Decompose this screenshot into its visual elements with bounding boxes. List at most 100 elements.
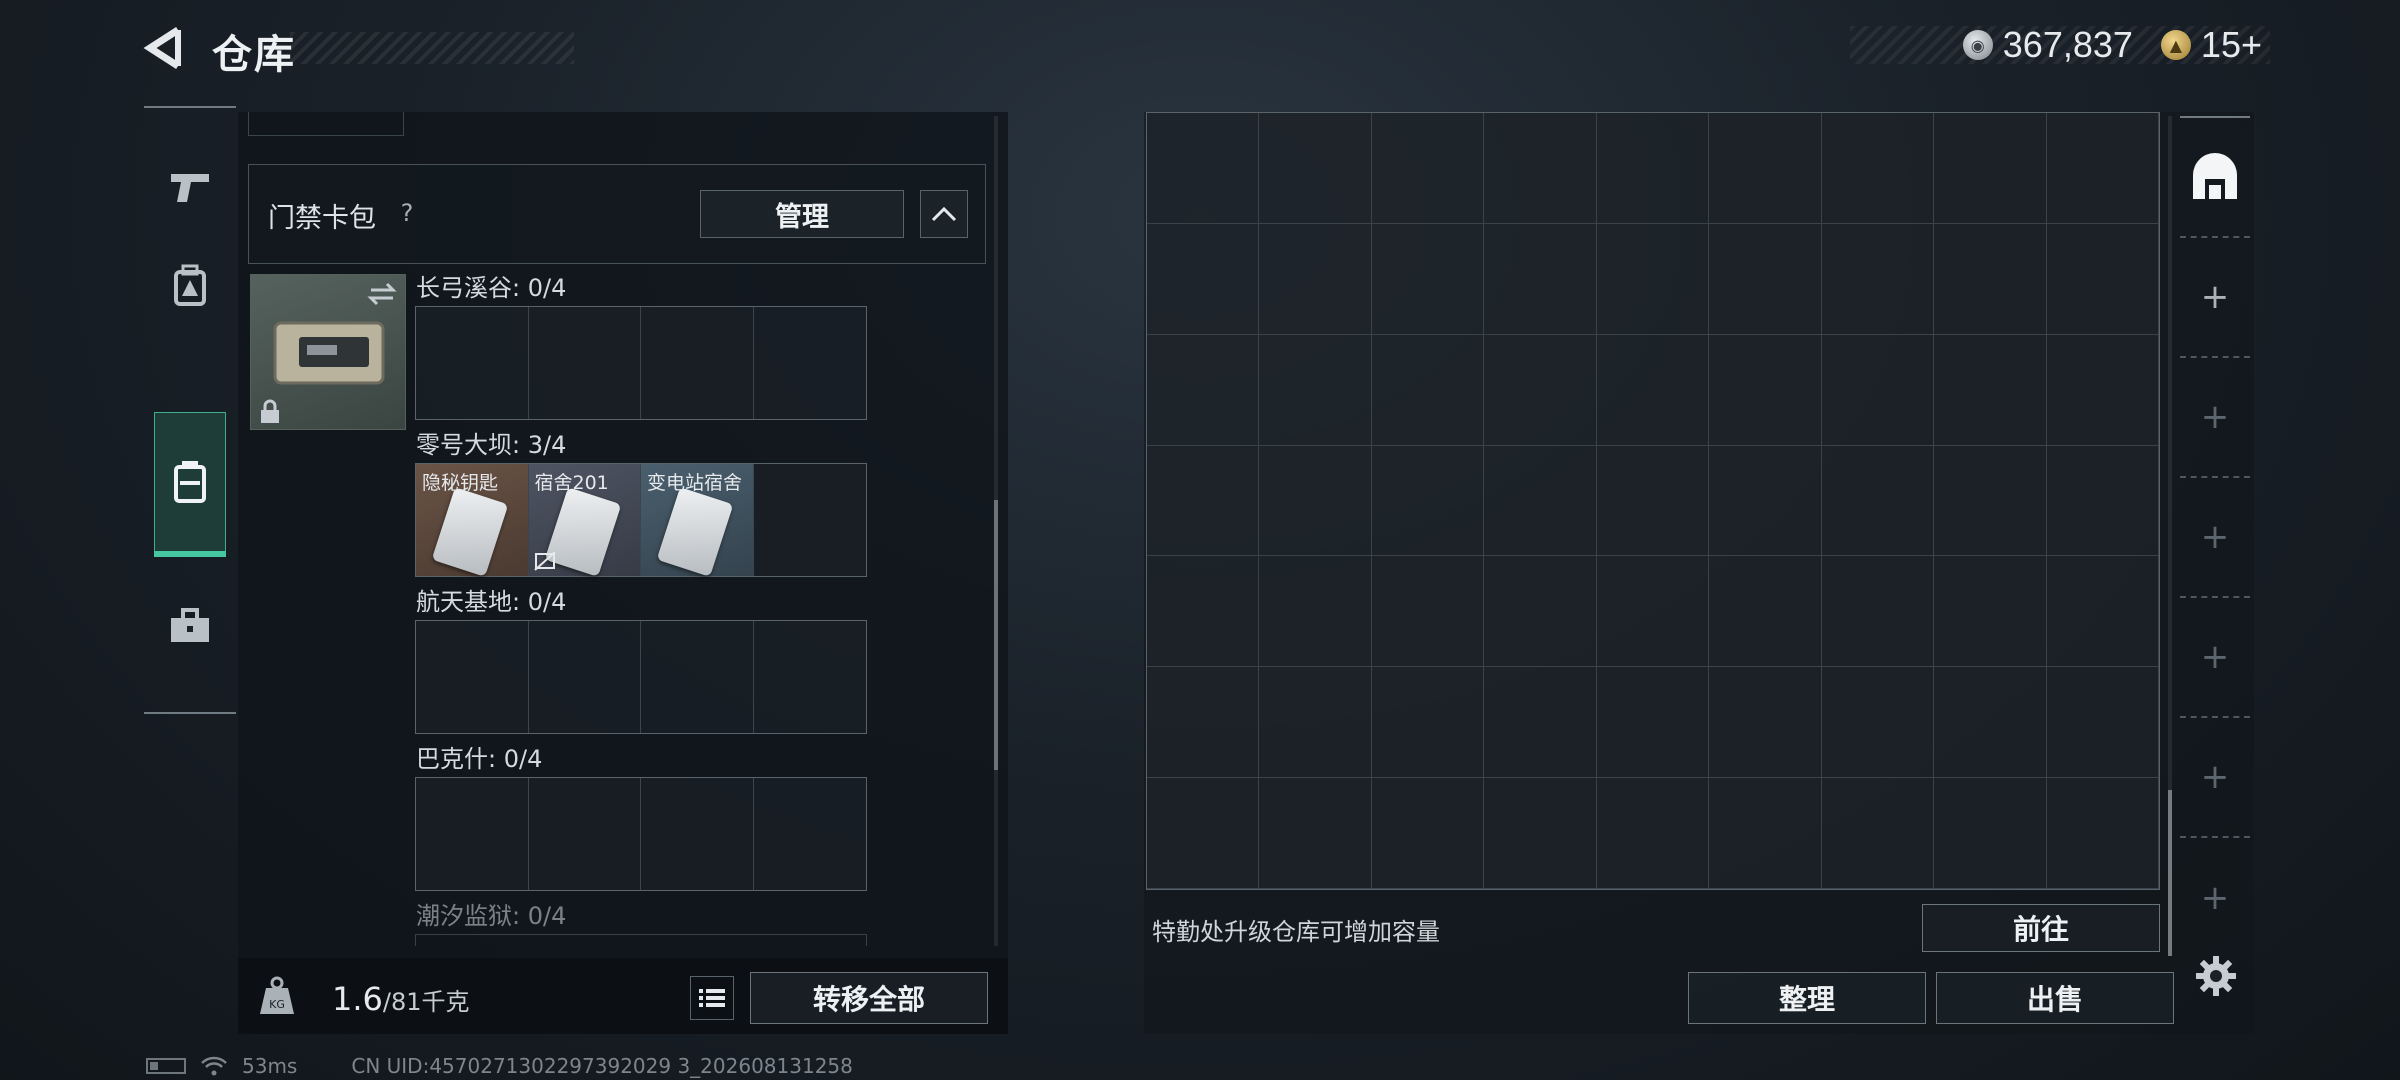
storage-cell[interactable] — [1371, 113, 1485, 224]
empty-slot[interactable] — [753, 464, 866, 576]
storage-cell[interactable] — [1934, 667, 2047, 779]
back-arrow-icon[interactable] — [140, 24, 186, 72]
nav-backpack[interactable] — [144, 238, 236, 334]
empty-slot[interactable] — [528, 778, 641, 890]
storage-cell[interactable] — [1596, 556, 1710, 668]
storage-cell[interactable] — [1484, 113, 1597, 224]
help-icon[interactable]: ? — [392, 198, 422, 228]
storage-cell[interactable] — [1934, 223, 2047, 335]
collapse-button[interactable] — [920, 190, 968, 238]
storage-tab-locked[interactable]: + — [2180, 478, 2250, 598]
storage-cell[interactable] — [1596, 223, 1710, 335]
storage-tab-main[interactable] — [2180, 118, 2250, 238]
storage-tab-add[interactable]: + — [2180, 238, 2250, 358]
empty-slot[interactable] — [753, 621, 866, 733]
manage-button[interactable]: 管理 — [700, 190, 904, 238]
keycard-slot[interactable]: 变电站宿舍 — [641, 464, 754, 577]
storage-cell[interactable] — [1371, 445, 1485, 557]
storage-cell[interactable] — [1371, 667, 1485, 779]
empty-slot[interactable] — [416, 778, 529, 890]
storage-cell[interactable] — [1934, 113, 2047, 224]
storage-cell[interactable] — [1709, 556, 1822, 668]
storage-cell[interactable] — [1934, 556, 2047, 668]
storage-cell[interactable] — [1147, 334, 1260, 446]
storage-cell[interactable] — [1934, 778, 2047, 889]
storage-cell[interactable] — [1371, 556, 1485, 668]
keycard-slot[interactable]: 隐秘钥匙 — [416, 464, 529, 577]
empty-slot[interactable] — [641, 621, 754, 733]
storage-cell[interactable] — [1709, 113, 1822, 224]
keycard-slot[interactable]: 宿舍201 — [528, 464, 641, 577]
storage-cell[interactable] — [2046, 113, 2159, 224]
storage-cell[interactable] — [2046, 556, 2159, 668]
sell-button[interactable]: 出售 — [1936, 972, 2174, 1024]
storage-cell[interactable] — [1821, 445, 1935, 557]
empty-slot[interactable] — [528, 621, 641, 733]
storage-cell[interactable] — [1259, 667, 1372, 779]
storage-cell[interactable] — [1259, 334, 1372, 446]
storage-cell[interactable] — [1821, 334, 1935, 446]
storage-cell[interactable] — [1821, 778, 1935, 889]
empty-slot[interactable] — [528, 307, 641, 419]
storage-cell[interactable] — [1709, 445, 1822, 557]
storage-cell[interactable] — [1934, 334, 2047, 446]
tidy-button[interactable]: 整理 — [1688, 972, 1926, 1024]
storage-tab-locked[interactable]: + — [2180, 718, 2250, 838]
nav-keycard-case[interactable] — [154, 412, 226, 557]
keycard-wallet-item[interactable] — [250, 274, 406, 430]
storage-cell[interactable] — [2046, 445, 2159, 557]
storage-cell[interactable] — [1484, 667, 1597, 779]
storage-cell[interactable] — [1371, 334, 1485, 446]
storage-cell[interactable] — [1934, 445, 2047, 557]
storage-cell[interactable] — [1596, 113, 1710, 224]
storage-cell[interactable] — [1596, 445, 1710, 557]
empty-slot[interactable] — [416, 307, 529, 419]
storage-cell[interactable] — [1484, 445, 1597, 557]
storage-cell[interactable] — [2046, 334, 2159, 446]
storage-cell[interactable] — [1484, 778, 1597, 889]
storage-cell[interactable] — [1709, 778, 1822, 889]
storage-cell[interactable] — [2046, 778, 2159, 889]
storage-cell[interactable] — [1484, 556, 1597, 668]
storage-cell[interactable] — [1596, 334, 1710, 446]
storage-cell[interactable] — [1596, 667, 1710, 779]
empty-slot[interactable] — [416, 621, 529, 733]
storage-cell[interactable] — [1371, 778, 1485, 889]
storage-cell[interactable] — [1147, 113, 1260, 224]
list-view-button[interactable] — [690, 976, 734, 1020]
gold-currency-value[interactable]: 15+ — [2201, 24, 2262, 66]
storage-cell[interactable] — [1259, 778, 1372, 889]
transfer-all-button[interactable]: 转移全部 — [750, 972, 988, 1024]
goto-button[interactable]: 前往 — [1922, 904, 2160, 952]
storage-cell[interactable] — [1821, 556, 1935, 668]
storage-cell[interactable] — [1484, 334, 1597, 446]
storage-cell[interactable] — [1371, 223, 1485, 335]
storage-cell[interactable] — [1147, 556, 1260, 668]
storage-cell[interactable] — [2046, 667, 2159, 779]
storage-tab-locked[interactable]: + — [2180, 838, 2250, 958]
gear-icon[interactable] — [2194, 954, 2238, 998]
storage-cell[interactable] — [1709, 334, 1822, 446]
nav-weapons[interactable] — [144, 140, 236, 236]
left-scroll-thumb[interactable] — [994, 500, 998, 770]
storage-cell[interactable] — [1147, 445, 1260, 557]
empty-slot[interactable] — [753, 778, 866, 890]
storage-cell[interactable] — [1596, 778, 1710, 889]
empty-slot[interactable] — [753, 307, 866, 419]
storage-cell[interactable] — [1821, 113, 1935, 224]
storage-cell[interactable] — [1147, 223, 1260, 335]
storage-cell[interactable] — [1821, 667, 1935, 779]
storage-cell[interactable] — [1147, 778, 1260, 889]
storage-cell[interactable] — [1259, 113, 1372, 224]
storage-cell[interactable] — [1821, 223, 1935, 335]
storage-cell[interactable] — [1259, 556, 1372, 668]
nav-toolbox[interactable] — [144, 578, 236, 674]
storage-cell[interactable] — [1709, 667, 1822, 779]
storage-cell[interactable] — [1259, 445, 1372, 557]
storage-scroll-thumb[interactable] — [2168, 790, 2172, 956]
storage-cell[interactable] — [1147, 667, 1260, 779]
storage-cell[interactable] — [1709, 223, 1822, 335]
storage-tab-locked[interactable]: + — [2180, 358, 2250, 478]
empty-slot[interactable] — [641, 778, 754, 890]
storage-cell[interactable] — [1259, 223, 1372, 335]
